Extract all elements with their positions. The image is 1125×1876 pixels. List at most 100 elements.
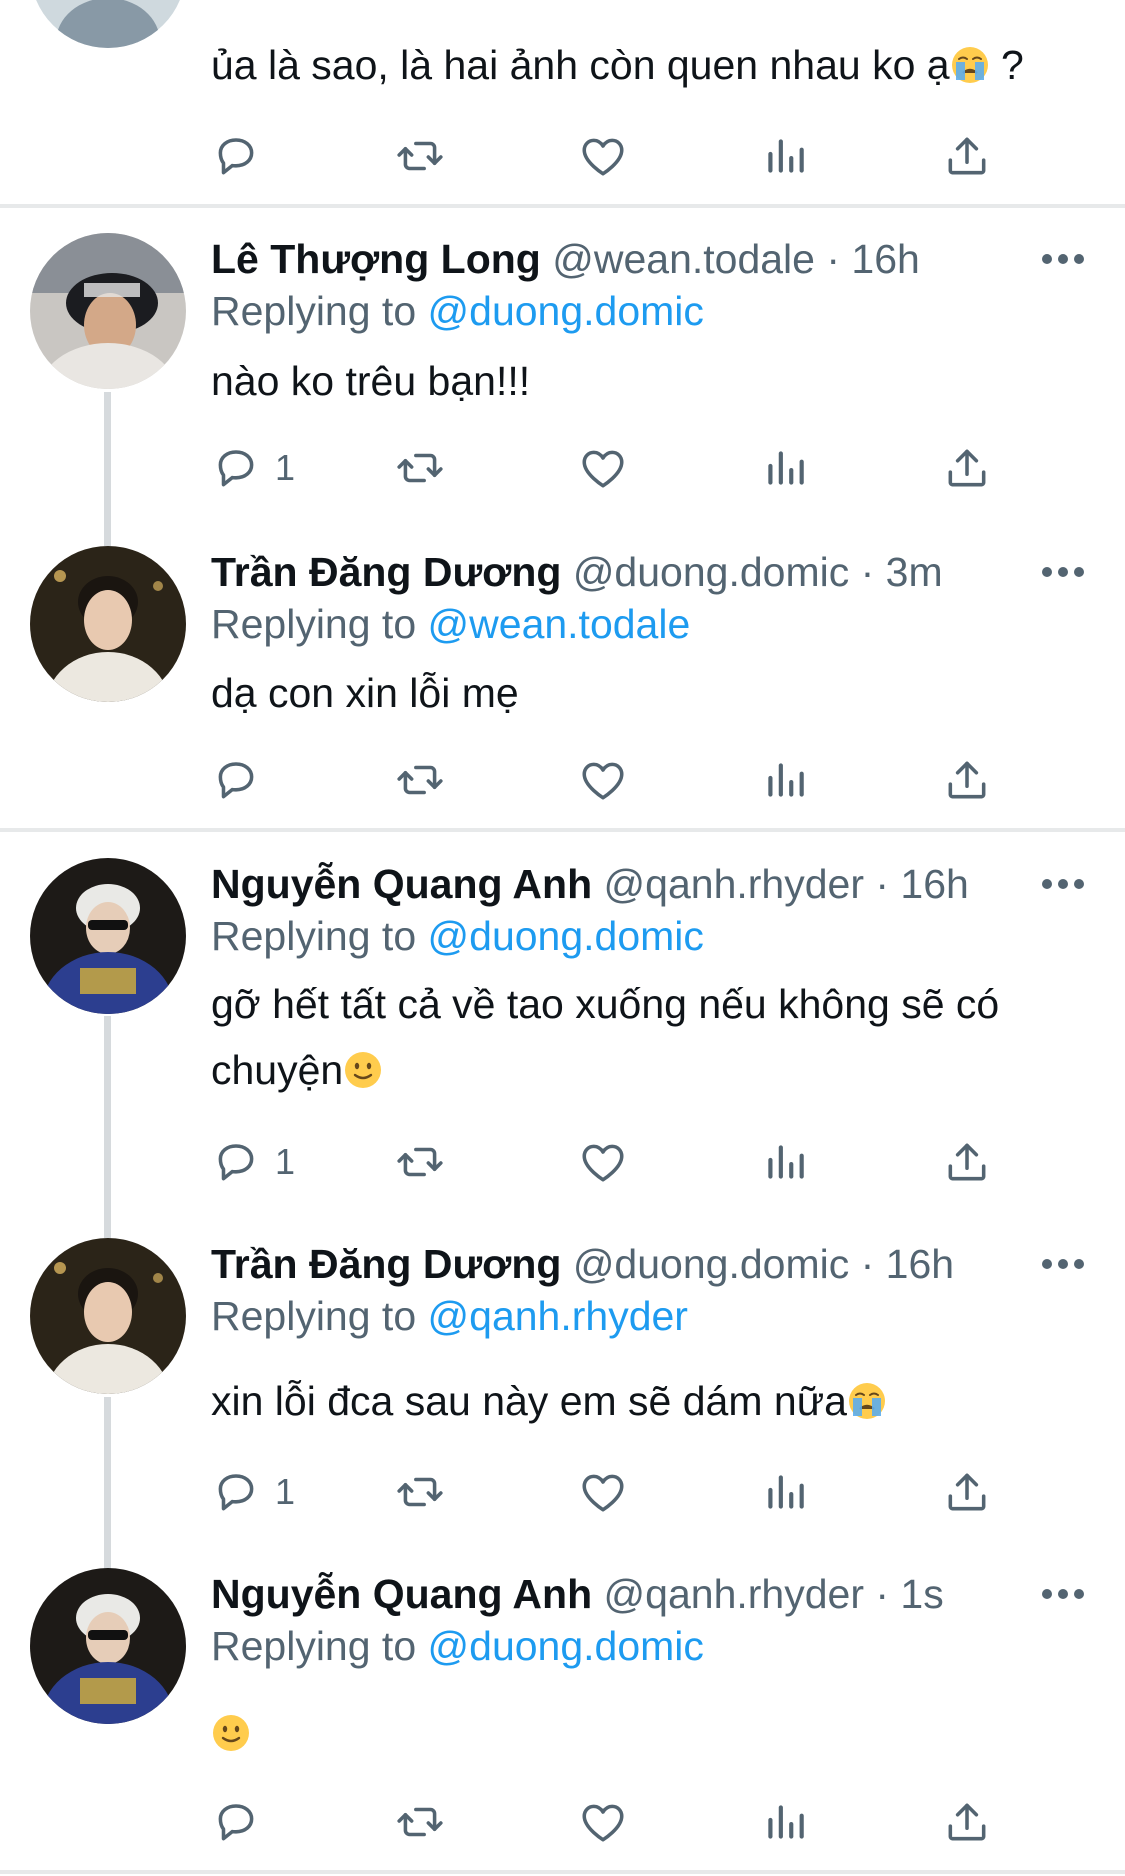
- bar-chart-icon: [760, 1797, 810, 1847]
- thread-divider: [0, 204, 1125, 208]
- like-button[interactable]: [578, 752, 628, 808]
- timestamp[interactable]: 16h: [851, 236, 919, 282]
- reply-button[interactable]: 1: [211, 440, 295, 496]
- tweet-header: Trần Đăng Dương @duong.domic · 16h: [211, 1241, 955, 1287]
- avatar[interactable]: [30, 1238, 186, 1394]
- thread-line: [104, 1016, 111, 1238]
- views-button[interactable]: [760, 1794, 810, 1850]
- bar-chart-icon: [760, 443, 810, 493]
- share-upload-icon: [942, 1467, 992, 1517]
- user-handle[interactable]: @wean.todale: [552, 236, 815, 282]
- share-upload-icon: [942, 131, 992, 181]
- timestamp[interactable]: 1s: [900, 1571, 943, 1617]
- reply-bubble-icon: [211, 131, 261, 181]
- replying-to: Replying to @duong.domic: [211, 913, 704, 959]
- replying-to: Replying to @qanh.rhyder: [211, 1293, 688, 1339]
- views-button[interactable]: [760, 752, 810, 808]
- heart-icon: [578, 755, 628, 805]
- thread-line: [104, 1397, 111, 1572]
- retweet-button[interactable]: [395, 1794, 445, 1850]
- timestamp[interactable]: 16h: [900, 861, 968, 907]
- user-handle[interactable]: @duong.domic: [573, 1241, 849, 1287]
- mention-link[interactable]: @duong.domic: [428, 1623, 704, 1669]
- reply-button[interactable]: 1: [211, 1464, 295, 1520]
- avatar[interactable]: [30, 0, 186, 48]
- display-name[interactable]: Nguyễn Quang Anh: [211, 861, 592, 907]
- share-upload-icon: [942, 1137, 992, 1187]
- display-name[interactable]: Lê Thượng Long: [211, 236, 541, 282]
- tweet-header: Nguyễn Quang Anh @qanh.rhyder · 16h: [211, 861, 969, 907]
- timestamp[interactable]: 16h: [886, 1241, 954, 1287]
- reply-bubble-icon: [211, 755, 261, 805]
- tweet-text: ủa là sao, là hai ảnh còn quen nhau ko ạ…: [211, 42, 1024, 88]
- reply-button[interactable]: [211, 1794, 275, 1850]
- reply-count: 1: [275, 1471, 296, 1512]
- user-handle[interactable]: @qanh.rhyder: [604, 861, 864, 907]
- retweet-icon: [395, 443, 445, 493]
- reply-button[interactable]: [211, 128, 275, 184]
- reply-bubble-icon: [211, 1797, 261, 1847]
- like-button[interactable]: [578, 1794, 628, 1850]
- mention-link[interactable]: @qanh.rhyder: [428, 1293, 688, 1339]
- replying-to: Replying to @duong.domic: [211, 1623, 704, 1669]
- views-button[interactable]: [760, 1134, 810, 1190]
- share-upload-icon: [942, 755, 992, 805]
- slightly-smiling-face-emoji: [211, 1713, 251, 1753]
- user-handle[interactable]: @qanh.rhyder: [604, 1571, 864, 1617]
- tweet-header: Nguyễn Quang Anh @qanh.rhyder · 1s: [211, 1571, 944, 1617]
- like-button[interactable]: [578, 1134, 628, 1190]
- bar-chart-icon: [760, 131, 810, 181]
- share-button[interactable]: [942, 752, 992, 808]
- share-button[interactable]: [942, 440, 992, 496]
- tweet-text: nào ko trêu bạn!!!: [211, 358, 531, 404]
- heart-icon: [578, 1797, 628, 1847]
- retweet-button[interactable]: [395, 752, 445, 808]
- retweet-button[interactable]: [395, 128, 445, 184]
- mention-link[interactable]: @duong.domic: [428, 288, 704, 334]
- more-dots-icon[interactable]: [1040, 562, 1086, 582]
- share-button[interactable]: [942, 1134, 992, 1190]
- more-dots-icon[interactable]: [1040, 1254, 1086, 1274]
- tweet-text: xin lỗi đca sau này em sẽ dám nữa: [211, 1368, 1091, 1434]
- thread-divider: [0, 1870, 1125, 1874]
- timestamp[interactable]: 3m: [886, 549, 943, 595]
- display-name[interactable]: Trần Đăng Dương: [211, 1241, 561, 1287]
- like-button[interactable]: [578, 1464, 628, 1520]
- thread-line: [104, 392, 111, 546]
- views-button[interactable]: [760, 128, 810, 184]
- more-dots-icon[interactable]: [1040, 1584, 1086, 1604]
- avatar[interactable]: [30, 1568, 186, 1724]
- avatar[interactable]: [30, 546, 186, 702]
- reply-button[interactable]: 1: [211, 1134, 295, 1190]
- display-name[interactable]: Nguyễn Quang Anh: [211, 1571, 592, 1617]
- more-dots-icon[interactable]: [1040, 249, 1086, 269]
- share-button[interactable]: [942, 128, 992, 184]
- crying-face-emoji: [847, 1381, 887, 1421]
- avatar[interactable]: [30, 233, 186, 389]
- reply-button[interactable]: [211, 752, 275, 808]
- retweet-icon: [395, 1797, 445, 1847]
- views-button[interactable]: [760, 1464, 810, 1520]
- heart-icon: [578, 131, 628, 181]
- user-handle[interactable]: @duong.domic: [573, 549, 849, 595]
- tweet-header: Lê Thượng Long @wean.todale · 16h: [211, 236, 920, 282]
- display-name[interactable]: Trần Đăng Dương: [211, 549, 561, 595]
- more-dots-icon[interactable]: [1040, 874, 1086, 894]
- heart-icon: [578, 1467, 628, 1517]
- avatar[interactable]: [30, 858, 186, 1014]
- share-button[interactable]: [942, 1464, 992, 1520]
- crying-face-emoji: [950, 45, 990, 85]
- retweet-button[interactable]: [395, 1134, 445, 1190]
- replying-to: Replying to @duong.domic: [211, 288, 704, 334]
- share-button[interactable]: [942, 1794, 992, 1850]
- retweet-button[interactable]: [395, 1464, 445, 1520]
- like-button[interactable]: [578, 128, 628, 184]
- reply-bubble-icon: [211, 443, 261, 493]
- share-upload-icon: [942, 443, 992, 493]
- views-button[interactable]: [760, 440, 810, 496]
- mention-link[interactable]: @duong.domic: [428, 913, 704, 959]
- bar-chart-icon: [760, 1137, 810, 1187]
- like-button[interactable]: [578, 440, 628, 496]
- mention-link[interactable]: @wean.todale: [428, 601, 691, 647]
- retweet-button[interactable]: [395, 440, 445, 496]
